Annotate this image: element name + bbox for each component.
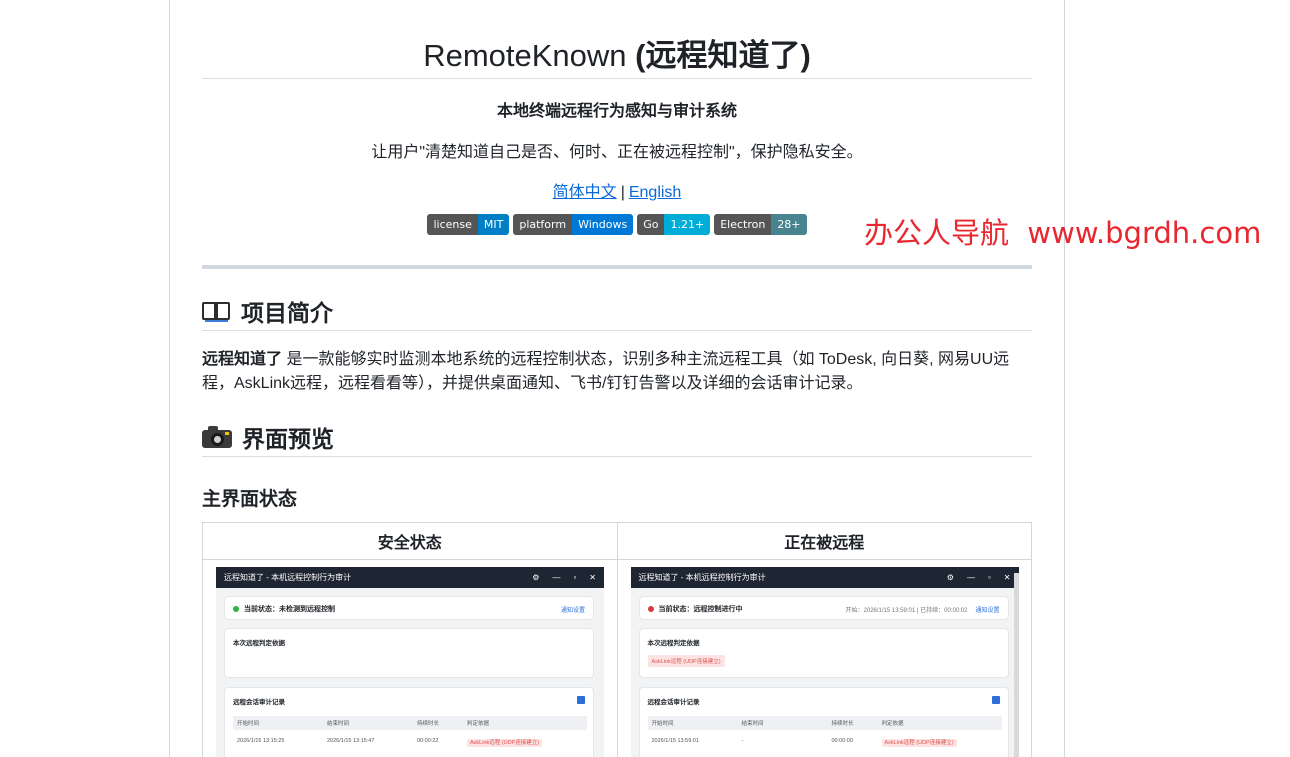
maximize-icon: ▫ [573, 573, 577, 582]
intro-heading: 项目简介 [202, 294, 333, 328]
badge-key: Electron [714, 214, 772, 235]
badge-key: license [427, 214, 478, 235]
language-switcher: 简体中文 | English [202, 178, 1032, 202]
column-safe: 安全状态 [202, 522, 618, 560]
evidence-tag: AskLink远程 (UDP连接建立) [647, 655, 725, 667]
badge-value: 28+ [771, 214, 807, 235]
watermark-text: 办公人导航 www.bgrdh.com [864, 216, 1262, 250]
status-card: 当前状态：未检测到远程控制 通知设置 [224, 596, 594, 620]
cell-remote: 远程知道了 - 本机远程控制行为审计 ⚙ — ▫ ✕ 当前状态：远程控制进行中 开始：… [616, 559, 1032, 757]
status-text: 当前状态：远程控制进行中 [658, 606, 743, 613]
notify-settings-link: 通知设置 [560, 607, 585, 614]
section-divider [202, 265, 1032, 269]
audit-table: 开始时间 结束时间 持续时长 判定依据 2026/1/15 13:15:25 2026/… [233, 716, 587, 754]
book-icon [202, 300, 231, 322]
refresh-icon [991, 696, 1000, 704]
badge-value: MIT [477, 214, 510, 235]
audit-title: 远程会话审计记录 [647, 699, 700, 706]
intro-heading-text: 项目简介 [241, 300, 333, 326]
intro-heading-rule [202, 330, 1032, 331]
title-divider [202, 78, 1032, 79]
status-text: 当前状态：未检测到远程控制 [244, 606, 335, 613]
audit-title: 远程会话审计记录 [233, 699, 285, 706]
badge-key: Go [637, 214, 665, 235]
window-title: 远程知道了 - 本机远程控制行为审计 [224, 573, 352, 582]
status-dot-green [233, 606, 239, 612]
status-dot-red [647, 606, 654, 612]
notify-settings-link: 通知设置 [975, 607, 1000, 614]
close-icon: ✕ [1003, 573, 1011, 582]
screenshot-remote[interactable]: 远程知道了 - 本机远程控制行为审计 ⚙ — ▫ ✕ 当前状态：远程控制进行中 开始：… [630, 567, 1019, 757]
badge-value: Windows [572, 214, 634, 235]
lang-link-en[interactable]: English [629, 184, 681, 201]
title-name: RemoteKnown [423, 38, 627, 73]
minimize-icon: — [552, 573, 561, 582]
evidence-card: 本次远程判定依据 [224, 628, 594, 678]
column-remote: 正在被远程 [616, 522, 1032, 560]
close-icon: ✕ [589, 573, 596, 582]
badge-value: 1.21+ [664, 214, 711, 235]
main-ui-heading: 主界面状态 [202, 489, 298, 510]
screenshot-safe[interactable]: 远程知道了 - 本机远程控制行为审计 ⚙ — ▫ ✕ 当前状态：未检测到远程控制 通知… [216, 567, 604, 757]
badge-electron[interactable]: Electron 28+ [714, 214, 807, 235]
table-row: 2026/1/15 13:15:25 2026/1/15 13:15:47 00:0… [233, 730, 587, 754]
evidence-title: 本次远程判定依据 [647, 640, 700, 647]
gear-icon: ⚙ [946, 573, 954, 582]
minimize-icon: — [966, 573, 975, 582]
evidence-title: 本次远程判定依据 [233, 640, 285, 647]
preview-heading-rule [202, 456, 1032, 457]
intro-text: 是一款能够实时监测本地系统的远程控制状态，识别多种主流远程工具（如 ToDesk… [202, 351, 1010, 392]
cell-safe: 远程知道了 - 本机远程控制行为审计 ⚙ — ▫ ✕ 当前状态：未检测到远程控制 通知… [202, 559, 618, 757]
window-titlebar: 远程知道了 - 本机远程控制行为审计 ⚙ — ▫ ✕ [216, 567, 604, 588]
badge-go[interactable]: Go 1.21+ [637, 214, 711, 235]
title-cn: (远程知道了) [635, 38, 811, 73]
tagline: 让用户"清楚知道自己是否、何时、正在被远程控制"，保护隐私安全。 [371, 144, 863, 161]
evidence-card: 本次远程判定依据 AskLink远程 (UDP连接建立) [638, 628, 1009, 678]
session-meta: 开始：2026/1/15 13:59:01 | 已持续：00:00:02 [845, 607, 968, 614]
status-card: 当前状态：远程控制进行中 开始：2026/1/15 13:59:01 | 已持续… [638, 596, 1009, 620]
preview-heading: 界面预览 [202, 420, 334, 454]
camera-icon [202, 426, 232, 448]
lang-separator: | [620, 184, 625, 201]
table-row: 2026/1/15 13:59:01-00:00:00 AskLink远程 (UD… [648, 730, 1002, 754]
intro-paragraph: 远程知道了 是一款能够实时监测本地系统的远程控制状态，识别多种主流远程工具（如 … [202, 348, 1022, 396]
preview-table: 安全状态 正在被远程 远程知道了 - 本机远程控制行为审计 ⚙ — ▫ ✕ 当前… [202, 522, 1032, 757]
preview-heading-text: 界面预览 [242, 426, 334, 452]
gear-icon: ⚙ [532, 573, 540, 582]
maximize-icon: ▫ [987, 573, 991, 582]
readme-container: RemoteKnown (远程知道了) 本地终端远程行为感知与审计系统 让用户"… [169, 0, 1065, 757]
lang-link-zh[interactable]: 简体中文 [553, 184, 617, 201]
intro-bold: 远程知道了 [202, 351, 283, 368]
page-title: RemoteKnown (远程知道了) [202, 30, 1032, 75]
badge-key: platform [513, 214, 573, 235]
refresh-icon [577, 696, 585, 704]
scrollbar[interactable] [1013, 573, 1019, 757]
audit-card: 远程会话审计记录 开始时间 结束时间 持续时长 判定依据 2026/1/15 13:1… [224, 687, 594, 757]
window-titlebar: 远程知道了 - 本机远程控制行为审计 ⚙ — ▫ ✕ [630, 567, 1019, 588]
subtitle: 本地终端远程行为感知与审计系统 [496, 103, 737, 120]
window-title: 远程知道了 - 本机远程控制行为审计 [638, 573, 766, 582]
audit-card: 远程会话审计记录 开始时间 结束时间 持续时长 判定依据 2026/1/15 13:5… [638, 687, 1009, 757]
audit-table: 开始时间 结束时间 持续时长 判定依据 2026/1/15 13:59:01-00:0… [647, 716, 1002, 754]
badge-license[interactable]: license MIT [427, 214, 510, 235]
badge-platform[interactable]: platform Windows [513, 214, 634, 235]
